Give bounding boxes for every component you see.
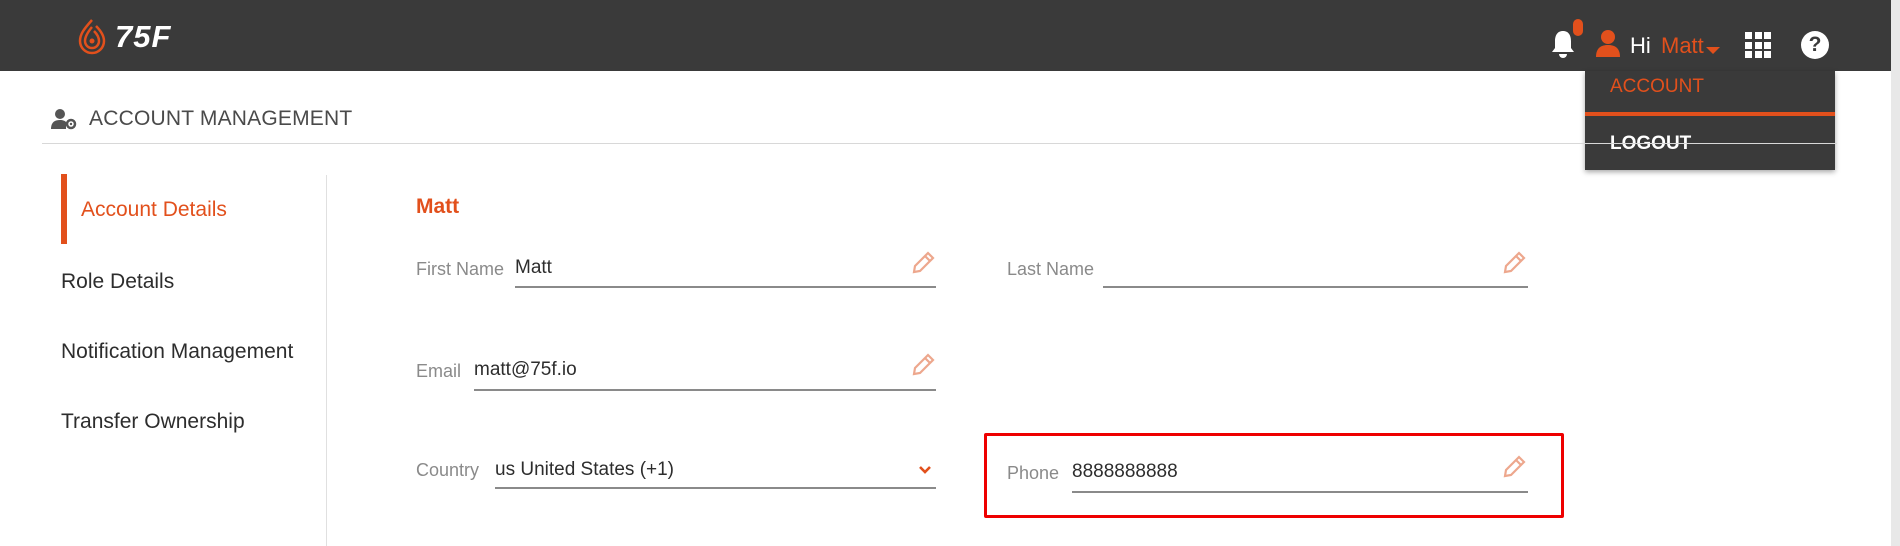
menu-active-indicator <box>1585 112 1835 116</box>
user-dropdown-menu: ACCOUNT LOGOUT <box>1585 71 1835 170</box>
pencil-icon[interactable] <box>910 250 936 276</box>
scrollbar-track[interactable] <box>1891 0 1900 546</box>
page-title: ACCOUNT MANAGEMENT <box>89 107 353 130</box>
brand-logo[interactable]: 75F <box>74 17 171 57</box>
country-underline <box>495 487 936 489</box>
email-label: Email <box>416 361 462 381</box>
sidebar-item-role-details[interactable]: Role Details <box>61 270 174 294</box>
menu-item-logout[interactable]: LOGOUT <box>1610 133 1691 155</box>
email-input[interactable]: matt@75f.io <box>474 359 577 381</box>
first-name-input[interactable]: Matt <box>515 257 552 279</box>
pencil-icon[interactable] <box>1501 250 1527 276</box>
first-name-label: First Name <box>416 259 505 279</box>
country-label: Country <box>416 460 480 480</box>
phone-highlight-box <box>984 433 1564 518</box>
pencil-icon[interactable] <box>910 352 936 378</box>
country-select[interactable]: us United States (+1) <box>495 459 674 481</box>
caret-down-icon[interactable] <box>1706 47 1720 54</box>
header-divider <box>42 143 1837 144</box>
greeting-text: Hi <box>1630 33 1651 58</box>
top-bar: 75F Hi Matt ? <box>0 0 1900 71</box>
user-icon[interactable] <box>1595 29 1621 57</box>
logo-icon <box>78 19 106 55</box>
help-icon[interactable]: ? <box>1801 31 1829 59</box>
last-name-label: Last Name <box>1007 259 1095 279</box>
menu-item-account[interactable]: ACCOUNT <box>1610 76 1704 98</box>
user-settings-icon <box>51 109 77 130</box>
email-underline <box>474 389 936 391</box>
sidebar-divider <box>326 175 327 546</box>
notification-badge <box>1573 19 1583 36</box>
sidebar-item-notification-management[interactable]: Notification Management <box>61 340 293 364</box>
first-name-underline <box>515 286 936 288</box>
account-name-heading: Matt <box>416 195 460 218</box>
chevron-down-icon[interactable] <box>918 465 932 475</box>
page-header: ACCOUNT MANAGEMENT <box>51 107 352 131</box>
apps-grid-icon[interactable] <box>1745 32 1771 58</box>
user-menu-toggle[interactable]: Matt <box>1661 33 1704 59</box>
sidebar-active-indicator <box>61 174 67 244</box>
sidebar-item-account-details[interactable]: Account Details <box>81 198 227 222</box>
brand-name: 75F <box>115 19 172 54</box>
last-name-underline <box>1103 286 1528 288</box>
sidebar-item-transfer-ownership[interactable]: Transfer Ownership <box>61 410 245 434</box>
